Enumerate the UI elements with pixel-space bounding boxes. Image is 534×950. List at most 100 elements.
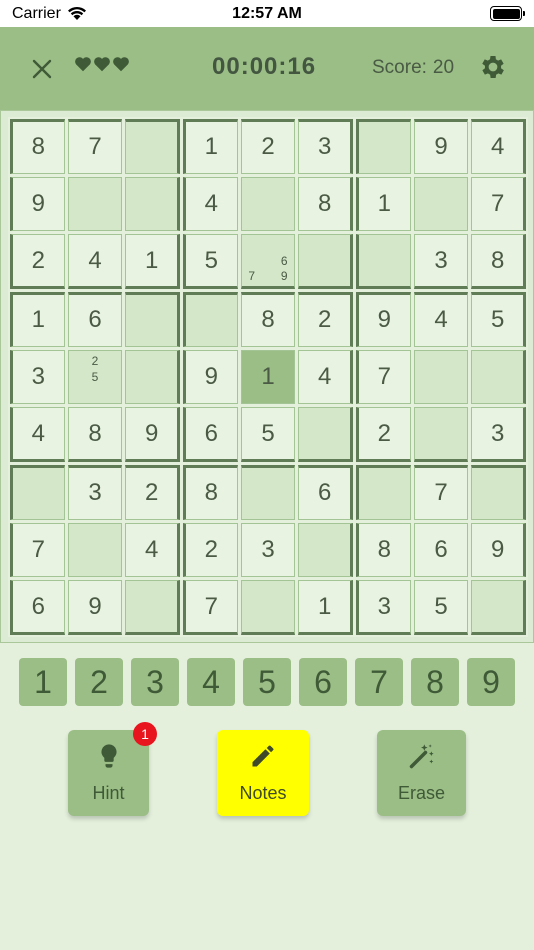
board-cell-r4c6[interactable]: 2 — [298, 292, 353, 347]
board-cell-r2c7[interactable]: 1 — [356, 176, 411, 232]
notes-label: Notes — [239, 783, 287, 803]
number-button-1[interactable]: 1 — [19, 658, 67, 706]
board-cell-r4c3[interactable] — [125, 292, 180, 347]
board-cell-r3c2[interactable]: 4 — [67, 234, 123, 289]
board-cell-r1c4[interactable]: 1 — [183, 119, 238, 174]
settings-button[interactable] — [478, 52, 508, 82]
board-cell-r4c5[interactable]: 8 — [240, 292, 296, 347]
board-cell-r8c8[interactable]: 6 — [413, 522, 469, 578]
board-cell-r8c2[interactable] — [67, 522, 123, 578]
board-cell-r2c9[interactable]: 7 — [471, 176, 526, 232]
board-cell-r2c5[interactable] — [240, 176, 296, 232]
board-cell-r5c6[interactable]: 4 — [298, 349, 353, 405]
board-cell-r5c8[interactable] — [413, 349, 469, 405]
board-cell-r4c7[interactable]: 9 — [356, 292, 411, 347]
board-cell-r3c6[interactable] — [298, 234, 353, 289]
board-cell-r7c1[interactable] — [10, 465, 65, 520]
board-cell-r7c4[interactable]: 8 — [183, 465, 238, 520]
note-digit — [71, 385, 87, 401]
board-cell-r9c2[interactable]: 9 — [67, 580, 123, 635]
number-button-8[interactable]: 8 — [411, 658, 459, 706]
board-cell-r4c9[interactable]: 5 — [471, 292, 526, 347]
board-cell-r3c3[interactable]: 1 — [125, 234, 180, 289]
cell-notes: 25 — [71, 353, 120, 402]
board-cell-r4c1[interactable]: 1 — [10, 292, 65, 347]
board-cell-r8c6[interactable] — [298, 522, 353, 578]
board-cell-r6c8[interactable] — [413, 407, 469, 462]
number-button-6[interactable]: 6 — [299, 658, 347, 706]
board-cell-r1c8[interactable]: 9 — [413, 119, 469, 174]
hint-button[interactable]: Hint 1 — [68, 722, 157, 816]
board-cell-r1c5[interactable]: 2 — [240, 119, 296, 174]
board-cell-r9c9[interactable] — [471, 580, 526, 635]
board-cell-r5c9[interactable] — [471, 349, 526, 405]
board-cell-r7c7[interactable] — [356, 465, 411, 520]
board-cell-r8c7[interactable]: 8 — [356, 522, 411, 578]
board-cell-r6c3[interactable]: 9 — [125, 407, 180, 462]
board-cell-r5c3[interactable] — [125, 349, 180, 405]
board-cell-r4c2[interactable]: 6 — [67, 292, 123, 347]
board-cell-r3c8[interactable]: 3 — [413, 234, 469, 289]
board-cell-r8c9[interactable]: 9 — [471, 522, 526, 578]
number-button-9[interactable]: 9 — [467, 658, 515, 706]
board-cell-r9c4[interactable]: 7 — [183, 580, 238, 635]
board-cell-r5c7[interactable]: 7 — [356, 349, 411, 405]
board-cell-r2c8[interactable] — [413, 176, 469, 232]
board-cell-r3c5[interactable]: 6 7 9 — [240, 234, 296, 289]
board-cell-r7c8[interactable]: 7 — [413, 465, 469, 520]
board-cell-r7c6[interactable]: 6 — [298, 465, 353, 520]
board-cell-r8c5[interactable]: 3 — [240, 522, 296, 578]
board-cell-r6c5[interactable]: 5 — [240, 407, 296, 462]
board-cell-r6c2[interactable]: 8 — [67, 407, 123, 462]
board-cell-r9c1[interactable]: 6 — [10, 580, 65, 635]
board-cell-r9c8[interactable]: 5 — [413, 580, 469, 635]
board-cell-r2c1[interactable]: 9 — [10, 176, 65, 232]
board-cell-r1c1[interactable]: 8 — [10, 119, 65, 174]
number-button-7[interactable]: 7 — [355, 658, 403, 706]
board-cell-r2c2[interactable] — [67, 176, 123, 232]
number-button-2[interactable]: 2 — [75, 658, 123, 706]
board-cell-r6c6[interactable] — [298, 407, 353, 462]
board-cell-r6c4[interactable]: 6 — [183, 407, 238, 462]
board-cell-r6c1[interactable]: 4 — [10, 407, 65, 462]
board-cell-r9c6[interactable]: 1 — [298, 580, 353, 635]
board-cell-r3c9[interactable]: 8 — [471, 234, 526, 289]
number-button-4[interactable]: 4 — [187, 658, 235, 706]
board-cell-r7c5[interactable] — [240, 465, 296, 520]
number-button-5[interactable]: 5 — [243, 658, 291, 706]
board-cell-r5c2[interactable]: 25 — [67, 349, 123, 405]
board-cell-r1c9[interactable]: 4 — [471, 119, 526, 174]
board-cell-r6c9[interactable]: 3 — [471, 407, 526, 462]
board-cell-r5c5[interactable]: 1 — [240, 349, 296, 405]
board-cell-r9c7[interactable]: 3 — [356, 580, 411, 635]
board-cell-r4c4[interactable] — [183, 292, 238, 347]
erase-button[interactable]: Erase — [377, 730, 466, 816]
board-cell-r8c3[interactable]: 4 — [125, 522, 180, 578]
board-cell-r2c4[interactable]: 4 — [183, 176, 238, 232]
board-cell-r5c1[interactable]: 3 — [10, 349, 65, 405]
notes-toggle-button[interactable]: Notes — [217, 730, 309, 816]
board-cell-r7c2[interactable]: 3 — [67, 465, 123, 520]
board-cell-r7c3[interactable]: 2 — [125, 465, 180, 520]
board-cell-r1c3[interactable] — [125, 119, 180, 174]
board-cell-r2c3[interactable] — [125, 176, 180, 232]
board-area: 8712394948172415679381682945325914748965… — [0, 110, 534, 643]
board-cell-r1c6[interactable]: 3 — [298, 119, 353, 174]
board-cell-r5c4[interactable]: 9 — [183, 349, 238, 405]
close-button[interactable] — [28, 55, 56, 83]
board-cell-r3c4[interactable]: 5 — [183, 234, 238, 289]
board-cell-r7c9[interactable] — [471, 465, 526, 520]
board-cell-r1c7[interactable] — [356, 119, 411, 174]
gear-icon — [482, 56, 504, 78]
board-cell-r3c1[interactable]: 2 — [10, 234, 65, 289]
board-cell-r4c8[interactable]: 4 — [413, 292, 469, 347]
board-cell-r3c7[interactable] — [356, 234, 411, 289]
board-cell-r9c3[interactable] — [125, 580, 180, 635]
board-cell-r9c5[interactable] — [240, 580, 296, 635]
board-cell-r1c2[interactable]: 7 — [67, 119, 123, 174]
number-button-3[interactable]: 3 — [131, 658, 179, 706]
board-cell-r8c4[interactable]: 2 — [183, 522, 238, 578]
board-cell-r2c6[interactable]: 8 — [298, 176, 353, 232]
board-cell-r8c1[interactable]: 7 — [10, 522, 65, 578]
board-cell-r6c7[interactable]: 2 — [356, 407, 411, 462]
